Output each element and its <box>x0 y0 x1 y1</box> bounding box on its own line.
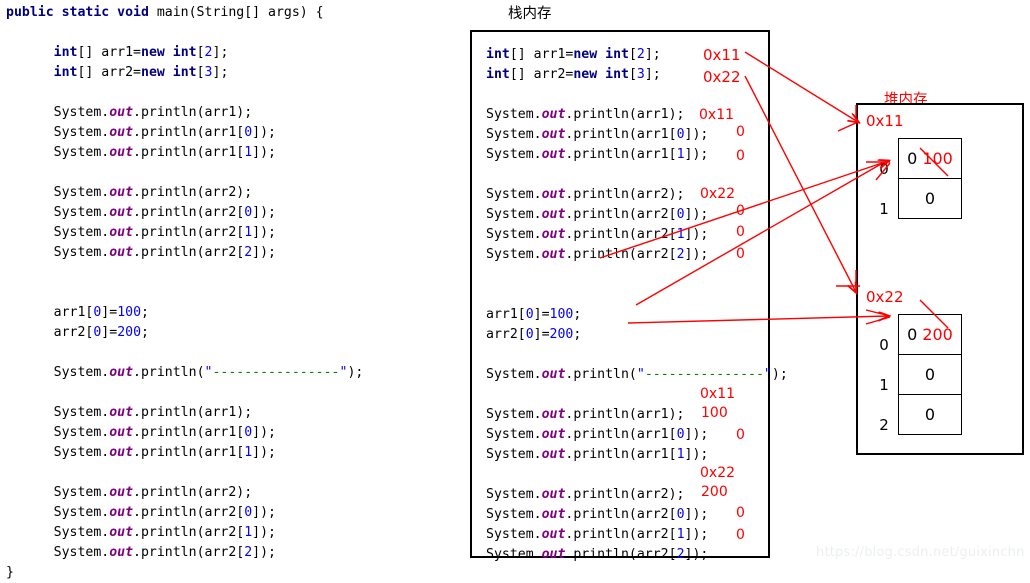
ann-print-arr1-1: 0 <box>736 148 745 164</box>
code-line: System.out.println("----------------"); <box>53 365 364 380</box>
code-line: System.out.println(arr2); <box>53 485 253 500</box>
heap-cell-index: 1 <box>879 376 889 394</box>
ann-print2-arr1-addr: 0x11 <box>700 386 736 402</box>
code-line: System.out.println(arr2[2]); <box>53 545 276 560</box>
arrow-arr1-barb <box>837 121 859 132</box>
heap-cell-new-value: 100 <box>922 149 953 168</box>
ann-print2-arr1-1: 0 <box>736 427 745 443</box>
code-line: } <box>6 565 14 580</box>
diagram-canvas: public static void main(String[] args) {… <box>0 0 1030 580</box>
heap-cells-0x22: 0 0 200 1 0 2 0 <box>870 314 962 435</box>
ann-decl-arr2-addr: 0x22 <box>703 68 741 86</box>
code-line: arr2[0]=200; <box>53 325 149 340</box>
code-line: int[] arr2=new int[3]; <box>486 67 661 82</box>
code-line: System.out.println(arr2); <box>486 487 685 502</box>
code-line: System.out.println(arr2[0]); <box>53 205 276 220</box>
code-line: int[] arr2=new int[3]; <box>53 65 229 80</box>
heap-cell-value: 0 200 <box>898 314 962 355</box>
heap-cell-index: 0 <box>879 160 889 178</box>
code-line: int[] arr1=new int[2]; <box>486 47 661 62</box>
heap-cell-index: 2 <box>879 416 889 434</box>
ann-print-arr2-1: 0 <box>736 224 745 240</box>
ann-print-arr2-addr: 0x22 <box>700 186 736 202</box>
ann-print-arr2-0: 0 <box>736 203 745 219</box>
heap-address-0x22: 0x22 <box>866 288 904 306</box>
source-code-panel: public static void main(String[] args) {… <box>6 3 446 583</box>
code-line: System.out.println(arr1[0]); <box>53 125 276 140</box>
ann-print2-arr2-0: 200 <box>701 484 728 500</box>
ann-print2-arr2-2: 0 <box>736 527 745 543</box>
heap-cell-row: 0 0 100 <box>870 138 962 179</box>
ann-print-arr1-0: 0 <box>736 124 745 140</box>
heap-cell-old-value: 0 <box>924 365 936 384</box>
code-line: System.out.println(arr2); <box>53 185 253 200</box>
heap-cell-row: 10 <box>870 179 962 219</box>
code-line: System.out.println(arr2[1]); <box>53 225 276 240</box>
heap-cell-value: 0 <box>898 179 962 219</box>
heap-cell-index: 0 <box>879 336 889 354</box>
code-line: public static void main(String[] args) { <box>6 5 324 20</box>
code-line: System.out.println(arr1[1]); <box>486 447 709 462</box>
heap-cell-value: 0 100 <box>898 138 962 179</box>
code-line: System.out.println(arr2[2]); <box>53 245 276 260</box>
ann-decl-arr1-addr: 0x11 <box>703 46 741 64</box>
code-line: System.out.println("---------------"); <box>486 367 788 382</box>
heap-cell-row: 20 <box>870 395 962 435</box>
code-line: System.out.println(arr1); <box>486 407 685 422</box>
ann-print2-arr1-0: 100 <box>701 405 728 421</box>
code-line: System.out.println(arr1[1]); <box>53 145 276 160</box>
heap-cell-old-value: 0 <box>924 405 936 424</box>
heap-cells-0x11: 0 0 100 1 0 <box>870 138 962 219</box>
ann-print-arr1-addr: 0x11 <box>699 107 735 123</box>
heap-cell-old-value: 0 <box>924 189 936 208</box>
ann-print-arr2-2: 0 <box>736 246 745 262</box>
heap-cell-value: 0 <box>898 355 962 395</box>
code-line: System.out.println(arr1[0]); <box>53 425 276 440</box>
heap-address-0x11: 0x11 <box>866 112 904 130</box>
code-line: arr1[0]=100; <box>53 305 149 320</box>
code-line: arr2[0]=200; <box>486 327 582 342</box>
code-line: System.out.println(arr2); <box>486 187 685 202</box>
heap-cell-row: 10 <box>870 355 962 395</box>
heap-cell-value: 0 <box>898 395 962 435</box>
code-line: System.out.println(arr2[1]); <box>53 525 276 540</box>
watermark: https://blog.csdn.net/guixinchn <box>816 545 1025 560</box>
code-line: System.out.println(arr1); <box>53 105 253 120</box>
ann-print2-arr2-addr: 0x22 <box>700 465 736 481</box>
stack-memory-title: 栈内存 <box>508 6 552 22</box>
heap-cell-old-value: 0 <box>907 149 918 168</box>
code-line: System.out.println(arr1[1]); <box>53 445 276 460</box>
stack-memory-code: int[] arr1=new int[2]; int[] arr2=new int… <box>486 45 788 565</box>
code-line: arr1[0]=100; <box>486 307 582 322</box>
heap-cell-index: 1 <box>879 200 889 218</box>
code-line: System.out.println(arr2[0]); <box>53 505 276 520</box>
heap-cell-new-value: 200 <box>922 325 953 344</box>
heap-cell-old-value: 0 <box>907 325 918 344</box>
code-line: System.out.println(arr2[2]); <box>486 547 709 562</box>
heap-cell-row: 0 0 200 <box>870 314 962 355</box>
code-line: int[] arr1=new int[2]; <box>53 45 229 60</box>
ann-print2-arr2-1: 0 <box>736 505 745 521</box>
code-line: System.out.println(arr1); <box>486 107 685 122</box>
code-line: System.out.println(arr1); <box>53 405 253 420</box>
